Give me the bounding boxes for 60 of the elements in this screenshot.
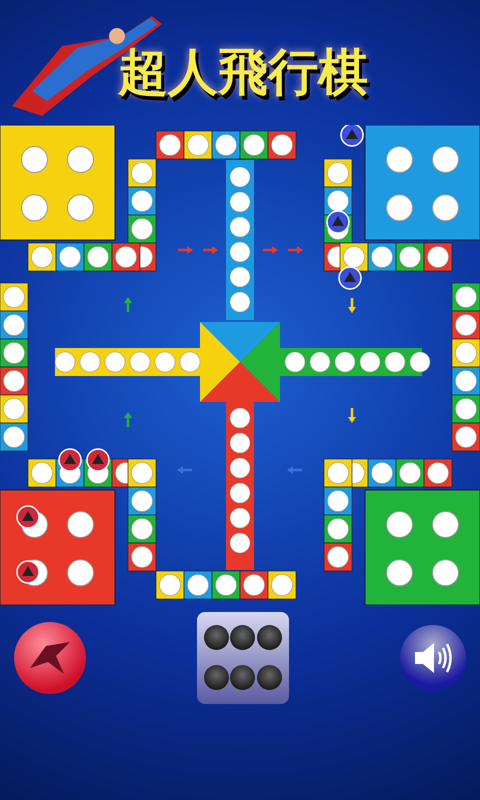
arrow-icon <box>178 246 193 254</box>
board-square <box>324 458 352 488</box>
game-title: 超人飛行棋 <box>118 42 368 103</box>
board-square <box>212 570 240 600</box>
game-token[interactable] <box>340 125 364 147</box>
game-token[interactable] <box>16 505 40 529</box>
board-square <box>324 158 352 188</box>
board-square <box>128 158 156 188</box>
game-token[interactable] <box>16 560 40 584</box>
board-square <box>84 242 112 272</box>
game-token[interactable] <box>338 266 362 290</box>
board-square <box>424 242 452 272</box>
dice-pip <box>257 625 282 650</box>
board-square <box>396 458 424 488</box>
board-square <box>368 242 396 272</box>
arrow-icon <box>263 246 278 254</box>
board-square <box>128 542 156 572</box>
arrow-icon <box>348 408 356 423</box>
board-square <box>184 130 212 160</box>
board-square <box>28 458 56 488</box>
dice-pip <box>257 665 282 690</box>
board-square <box>28 242 56 272</box>
board-square <box>56 242 84 272</box>
board-square <box>396 242 424 272</box>
game-token[interactable] <box>86 448 110 472</box>
arrow-icon <box>287 466 302 474</box>
board-square <box>112 242 140 272</box>
game-token[interactable] <box>326 210 350 234</box>
board-square <box>240 130 268 160</box>
board-square <box>156 130 184 160</box>
board-square <box>340 242 368 272</box>
arrow-icon <box>124 412 132 427</box>
board-square <box>324 514 352 544</box>
dice-pip <box>230 625 256 650</box>
board-square <box>324 542 352 572</box>
dice-pip <box>230 665 256 690</box>
board-square <box>268 130 296 160</box>
board-square <box>424 458 452 488</box>
board-square <box>324 186 352 216</box>
arrow-icon <box>203 246 218 254</box>
board-square <box>184 570 212 600</box>
board-square <box>128 186 156 216</box>
dice[interactable] <box>197 612 289 704</box>
board-square <box>156 570 184 600</box>
arrow-icon <box>124 297 132 312</box>
board-square <box>128 486 156 516</box>
game-token[interactable] <box>58 448 82 472</box>
board-square <box>324 486 352 516</box>
board-square <box>268 570 296 600</box>
dice-pip <box>204 665 229 690</box>
board-square <box>128 458 156 488</box>
arrow-icon <box>348 298 356 313</box>
board-square <box>128 214 156 244</box>
dice-pip <box>204 625 229 650</box>
board-square <box>240 570 268 600</box>
arrow-icon <box>177 466 192 474</box>
board-square <box>212 130 240 160</box>
board-square <box>128 514 156 544</box>
board-square <box>368 458 396 488</box>
arrow-icon <box>288 246 303 254</box>
